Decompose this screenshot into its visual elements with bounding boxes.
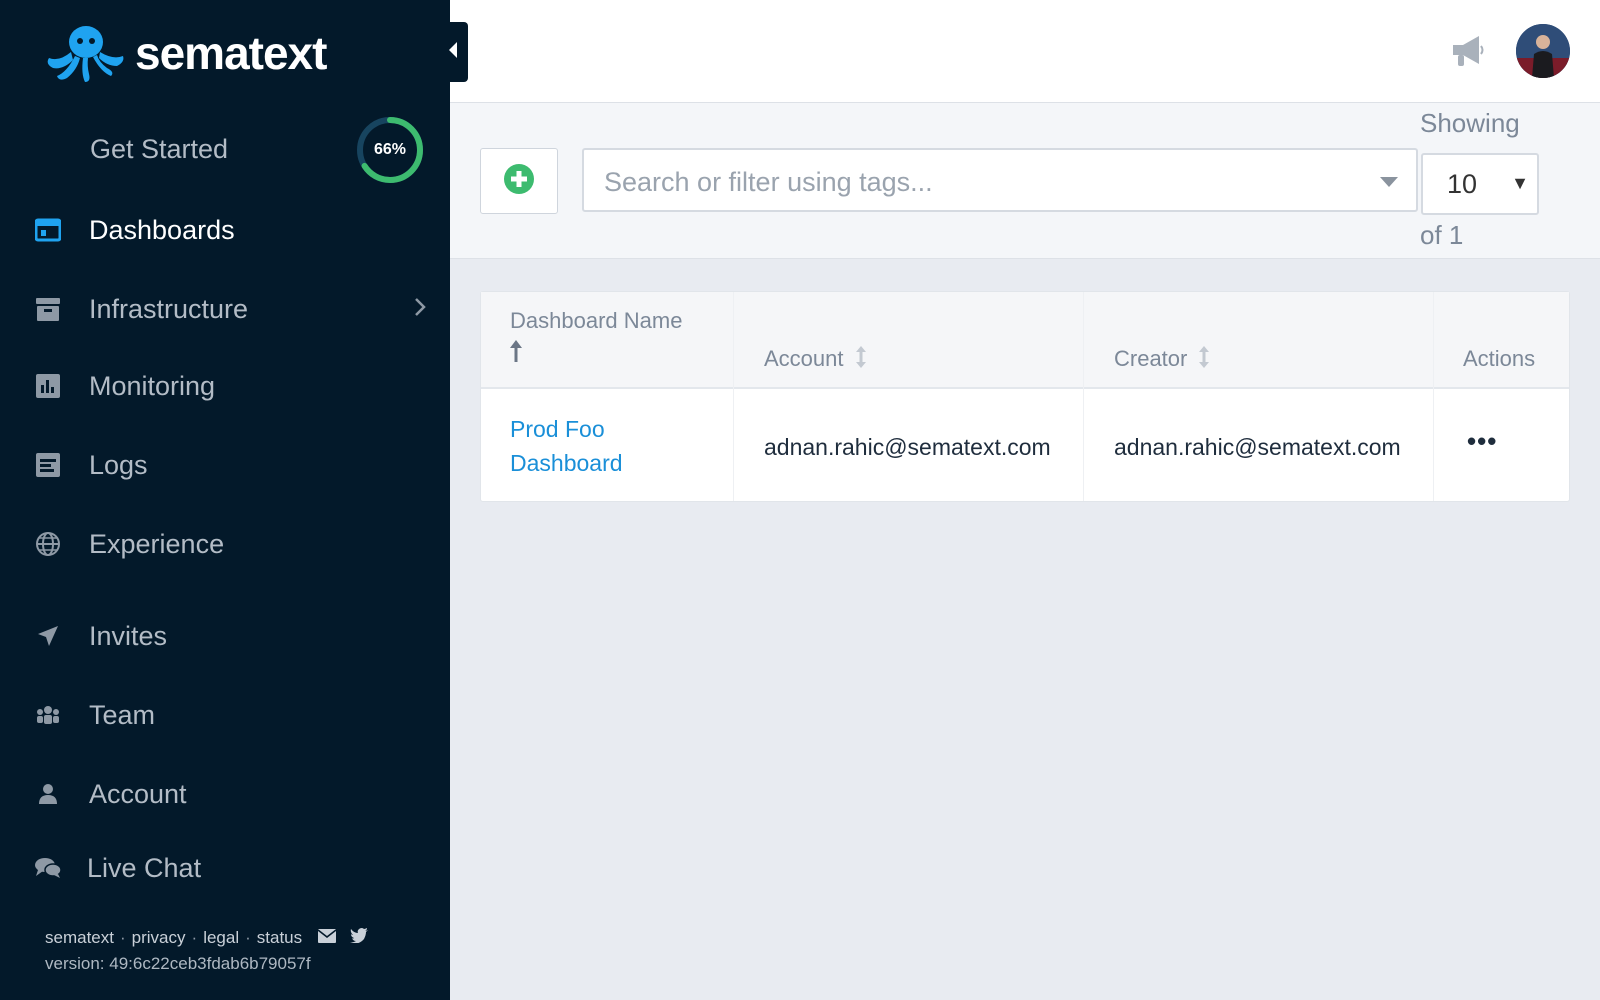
sort-ascending-icon[interactable] [510, 340, 682, 368]
sidebar-item-monitoring[interactable]: Monitoring [0, 356, 450, 416]
footer-link-privacy[interactable]: privacy [132, 928, 186, 948]
plus-circle-icon [503, 163, 535, 200]
sidebar-item-team[interactable]: Team [0, 685, 450, 745]
octopus-logo-icon [47, 26, 124, 82]
sidebar-item-dashboards[interactable]: Dashboards [0, 200, 450, 260]
creator-cell: adnan.rahic@sematext.com [1114, 434, 1401, 460]
caret-left-icon [448, 41, 458, 63]
sidebar-item-label: Monitoring [89, 370, 216, 401]
column-header-label: Dashboard Name [510, 308, 683, 333]
dashboard-name-link[interactable]: Prod Foo Dashboard [510, 412, 623, 480]
column-divider [1083, 292, 1084, 501]
chat-icon [34, 854, 62, 882]
column-header-label: Account [764, 346, 844, 371]
progress-percent: 66% [373, 141, 407, 158]
infrastructure-icon [34, 295, 62, 323]
team-icon [34, 701, 62, 729]
footer-separator: · [191, 928, 198, 947]
sidebar-item-get-started[interactable]: Get Started [90, 134, 228, 165]
user-icon [34, 780, 62, 808]
column-header-account[interactable]: Account [764, 346, 866, 374]
page-count-label: of 1 [1420, 220, 1464, 250]
sidebar-item-experience[interactable]: Experience [0, 514, 450, 574]
footer-links: sematext · privacy · legal · status [45, 928, 369, 948]
sidebar-item-label: Live Chat [87, 852, 202, 883]
paper-plane-icon [34, 622, 62, 650]
column-header-creator[interactable]: Creator [1114, 346, 1210, 374]
search-input[interactable] [602, 164, 1366, 200]
sidebar-item-logs[interactable]: Logs [0, 435, 450, 495]
footer-separator: · [119, 928, 126, 947]
footer-link-status[interactable]: status [257, 928, 302, 948]
top-bar [450, 0, 1600, 103]
sidebar-item-label: Infrastructure [89, 293, 249, 324]
footer-separator: · [245, 928, 251, 947]
onboarding-progress-ring: 66% [355, 115, 425, 185]
sort-icon[interactable] [1199, 346, 1210, 374]
sidebar: sematext Get Started 66% Dashboards Infr… [0, 0, 450, 1000]
version-label: version: 49:6c22ceb3fdab6b79057f [45, 954, 311, 973]
logs-icon [34, 451, 62, 479]
row-actions-menu-button[interactable]: ••• [1467, 426, 1497, 457]
column-header-label: Creator [1114, 346, 1188, 371]
monitoring-icon [34, 372, 62, 400]
dashboards-table: Dashboard Name Account Creator Actions P… [480, 291, 1570, 502]
account-cell: adnan.rahic@sematext.com [764, 434, 1051, 460]
table-header: Dashboard Name Account Creator Actions [481, 292, 1569, 389]
sidebar-item-label: Experience [89, 528, 225, 559]
globe-icon [34, 530, 62, 558]
sidebar-item-live-chat[interactable]: Live Chat [0, 838, 450, 898]
page-size-select[interactable]: 10 ▼ [1421, 153, 1539, 215]
sidebar-item-infrastructure[interactable]: Infrastructure [0, 279, 450, 339]
dashboard-icon [34, 216, 62, 244]
sidebar-item-label: Team [89, 699, 156, 730]
footer-link-legal[interactable]: legal [203, 928, 239, 948]
tag-search-field[interactable] [582, 148, 1418, 212]
column-header-actions: Actions [1463, 346, 1536, 371]
sematext-logo[interactable]: sematext [45, 22, 327, 84]
get-started-label: Get Started [90, 134, 229, 164]
chevron-right-icon [414, 297, 426, 322]
sidebar-item-label: Invites [89, 620, 168, 651]
sort-icon[interactable] [855, 346, 866, 374]
announcements-megaphone-icon[interactable] [1449, 32, 1485, 75]
column-divider [1433, 292, 1434, 501]
dropdown-caret-icon[interactable] [1380, 174, 1398, 192]
column-divider [733, 292, 734, 501]
add-dashboard-button[interactable] [480, 148, 558, 214]
sidebar-item-label: Dashboards [89, 214, 235, 245]
brand-name: sematext [135, 27, 327, 79]
sidebar-item-account[interactable]: Account [0, 764, 450, 824]
user-avatar[interactable] [1516, 24, 1570, 78]
showing-label: Showing [1420, 108, 1520, 138]
sidebar-collapse-toggle[interactable] [438, 22, 468, 82]
email-icon[interactable] [317, 928, 337, 948]
dashboard-name-line: Prod Foo [510, 416, 605, 442]
sidebar-item-label: Account [89, 778, 187, 809]
dashboard-toolbar: Showing 10 ▼ of 1 [450, 103, 1600, 259]
sidebar-item-invites[interactable]: Invites [0, 606, 450, 666]
sidebar-item-label: Logs [89, 449, 148, 480]
column-header-dashboard-name[interactable]: Dashboard Name [510, 308, 682, 368]
dashboard-name-line: Dashboard [510, 450, 623, 476]
page-size-value: 10 [1447, 169, 1478, 199]
chevron-down-icon: ▼ [1511, 173, 1529, 193]
footer-link-sematext[interactable]: sematext [45, 928, 114, 948]
twitter-icon[interactable] [350, 928, 369, 948]
